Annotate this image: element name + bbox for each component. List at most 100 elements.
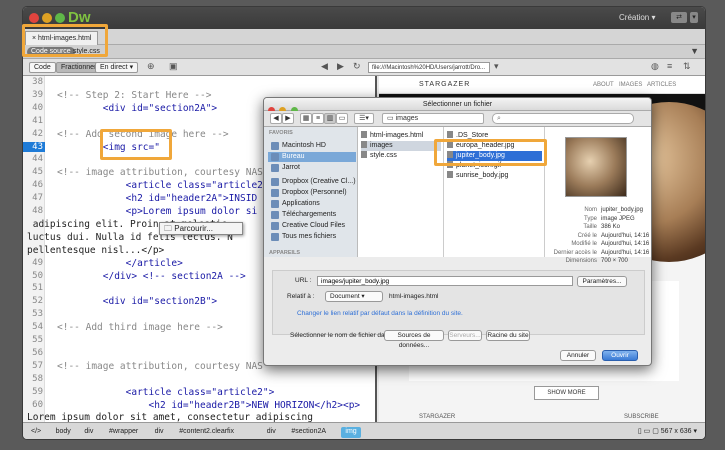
- sidebar-item[interactable]: Creative Cloud Files: [268, 221, 356, 231]
- line-number: 45: [32, 167, 43, 178]
- live-view-label: En direct: [100, 64, 128, 71]
- sidebar-item[interactable]: Applications: [268, 199, 356, 209]
- hint-browse-label: Parcourir...: [174, 224, 213, 233]
- tag-selector-item[interactable]: body: [52, 427, 75, 438]
- sort-icon[interactable]: ⇅: [683, 61, 691, 72]
- document-toolbar: Code Fractionner En direct ▾ ⊕ ▣ ◀ ▶ ↻ f…: [23, 59, 705, 76]
- info-key: Créé le: [577, 232, 597, 239]
- workspace-switcher[interactable]: Création ▾: [619, 13, 656, 22]
- location-icon: [271, 222, 279, 230]
- forward-icon[interactable]: ▶: [282, 113, 294, 124]
- sidebar-item[interactable]: Bureau: [268, 152, 356, 162]
- tag-selector-item[interactable]: div: [151, 427, 168, 438]
- location-icon: [271, 189, 279, 197]
- list-view-icon[interactable]: ≡: [312, 113, 324, 124]
- file-item[interactable]: style.css: [361, 151, 441, 161]
- tag-selector-item[interactable]: </>: [27, 427, 45, 438]
- sidebar-item[interactable]: Tous mes fichiers: [268, 232, 356, 242]
- info-value: Aujourd'hui, 14:16: [601, 249, 650, 256]
- code-view-button[interactable]: Code: [29, 62, 56, 73]
- line-number: 57: [32, 360, 43, 371]
- image-thumbnail: [565, 137, 627, 197]
- coverflow-view-icon[interactable]: ▭: [336, 113, 348, 124]
- tag-selector-item[interactable]: #wrapper: [105, 427, 142, 438]
- line-number: 43: [23, 141, 45, 152]
- site-root-button[interactable]: Racine du site: [486, 330, 530, 341]
- forward-arrow-icon[interactable]: ▶: [337, 61, 344, 72]
- servers-button[interactable]: Serveurs...: [448, 330, 482, 341]
- inspect-icon[interactable]: ▣: [169, 61, 178, 72]
- info-value: 386 Ko: [601, 224, 621, 230]
- dialog-sidebar: FAVORIS APPAREILS Macintosh HD Bureau Jarr…: [264, 127, 358, 257]
- line-number: 39: [32, 89, 43, 100]
- zoom-window-button[interactable]: [55, 13, 65, 23]
- related-files-bar: Code source style.css ▼: [23, 45, 705, 59]
- tag-selector-item[interactable]: div: [263, 427, 280, 438]
- status-bar: </> body div #wrapper div #content2.clearfix d…: [23, 422, 705, 439]
- parameters-button[interactable]: Paramètres...: [577, 276, 627, 287]
- live-view-button[interactable]: En direct ▾: [95, 62, 139, 73]
- sidebar-item[interactable]: Dropbox (Personnel): [268, 188, 356, 198]
- chevron-down-icon[interactable]: ▾: [690, 12, 698, 23]
- preview-nav-images[interactable]: IMAGES: [619, 82, 642, 88]
- icon-view-icon[interactable]: ▦: [300, 113, 312, 124]
- search-input[interactable]: ⌕: [492, 113, 634, 124]
- tag-selector-item[interactable]: #content2.clearfix: [175, 427, 238, 438]
- highlight-selected-file: [434, 139, 547, 166]
- filter-icon[interactable]: ▼: [690, 46, 699, 56]
- dialog-title: Sélectionner un fichier: [264, 98, 651, 111]
- address-dropdown-icon[interactable]: ▾: [494, 61, 499, 72]
- line-number: 49: [32, 257, 43, 268]
- refresh-icon[interactable]: ↻: [353, 61, 361, 72]
- preview-nav-about[interactable]: ABOUT: [593, 82, 614, 88]
- preview-nav-articles[interactable]: ARTICLES: [647, 82, 676, 88]
- browser-column-1: html-images.html images style.css: [358, 127, 444, 257]
- minimize-window-button[interactable]: [42, 13, 52, 23]
- tag-selector-item[interactable]: img: [341, 427, 361, 438]
- sidebar-item-label: Applications: [282, 200, 320, 207]
- relative-label: Relatif à :: [287, 293, 315, 300]
- cancel-button[interactable]: Annuler: [560, 350, 596, 361]
- tag-selector-item[interactable]: div: [80, 427, 97, 438]
- file-item[interactable]: html-images.html: [361, 131, 441, 141]
- file-icon: [447, 131, 453, 138]
- relative-select[interactable]: Document ▾: [325, 291, 383, 302]
- sync-icon[interactable]: ⇄: [671, 12, 687, 23]
- close-window-button[interactable]: [29, 13, 39, 23]
- location-icon: [271, 178, 279, 186]
- address-field[interactable]: file:///Macintosh%20HD/Users/jarrott/Dro…: [368, 62, 490, 73]
- file-item[interactable]: sunrise_body.jpg: [447, 171, 542, 181]
- line-number: 50: [32, 270, 43, 281]
- document-tabs: × html-images.html: [23, 29, 705, 45]
- open-button[interactable]: Ouvrir: [602, 350, 638, 361]
- page-options-icon[interactable]: ≡: [667, 61, 672, 71]
- line-number: 60: [32, 399, 43, 410]
- url-field[interactable]: images/jupiter_body.jpg: [317, 276, 573, 286]
- file-name: html-images.html: [370, 132, 424, 139]
- window-size[interactable]: ▯ ▭ ▢ 567 x 636 ▾: [638, 427, 697, 435]
- globe-icon[interactable]: ◍: [651, 61, 659, 72]
- sidebar-item[interactable]: Téléchargements: [268, 210, 356, 220]
- arrange-icon[interactable]: ☰▾: [354, 113, 374, 124]
- tag-selector-item[interactable]: #section2A: [287, 427, 330, 438]
- line-number: 55: [32, 335, 43, 345]
- info-key: Nom: [584, 207, 597, 213]
- code-hint-popup[interactable]: 🗀 Parcourir...: [159, 222, 243, 235]
- column-view-icon[interactable]: ▥: [324, 113, 336, 124]
- line-number: 58: [32, 373, 43, 384]
- sidebar-item[interactable]: Macintosh HD: [268, 141, 356, 151]
- back-icon[interactable]: ◀: [270, 113, 282, 124]
- sidebar-item[interactable]: Jarrot: [268, 163, 356, 173]
- back-arrow-icon[interactable]: ◀: [321, 61, 328, 72]
- data-sources-button[interactable]: Sources de données...: [384, 330, 444, 349]
- sidebar-item[interactable]: Dropbox (Creative Cl...): [268, 177, 356, 187]
- show-more-button[interactable]: SHOW MORE: [534, 386, 599, 400]
- window-size-label: 567 x 636: [660, 428, 692, 435]
- preview-footer-brand: STARGAZER: [419, 414, 456, 420]
- file-item[interactable]: images: [361, 141, 441, 151]
- info-key: Dimensions: [565, 258, 597, 264]
- device-icons: ▯ ▭ ▢: [637, 428, 661, 435]
- folder-popup[interactable]: ▭ images: [382, 113, 484, 124]
- change-default-link[interactable]: Changer le lien relatif par défaut dans …: [297, 310, 463, 317]
- multiscreen-icon[interactable]: ⊕: [147, 61, 155, 72]
